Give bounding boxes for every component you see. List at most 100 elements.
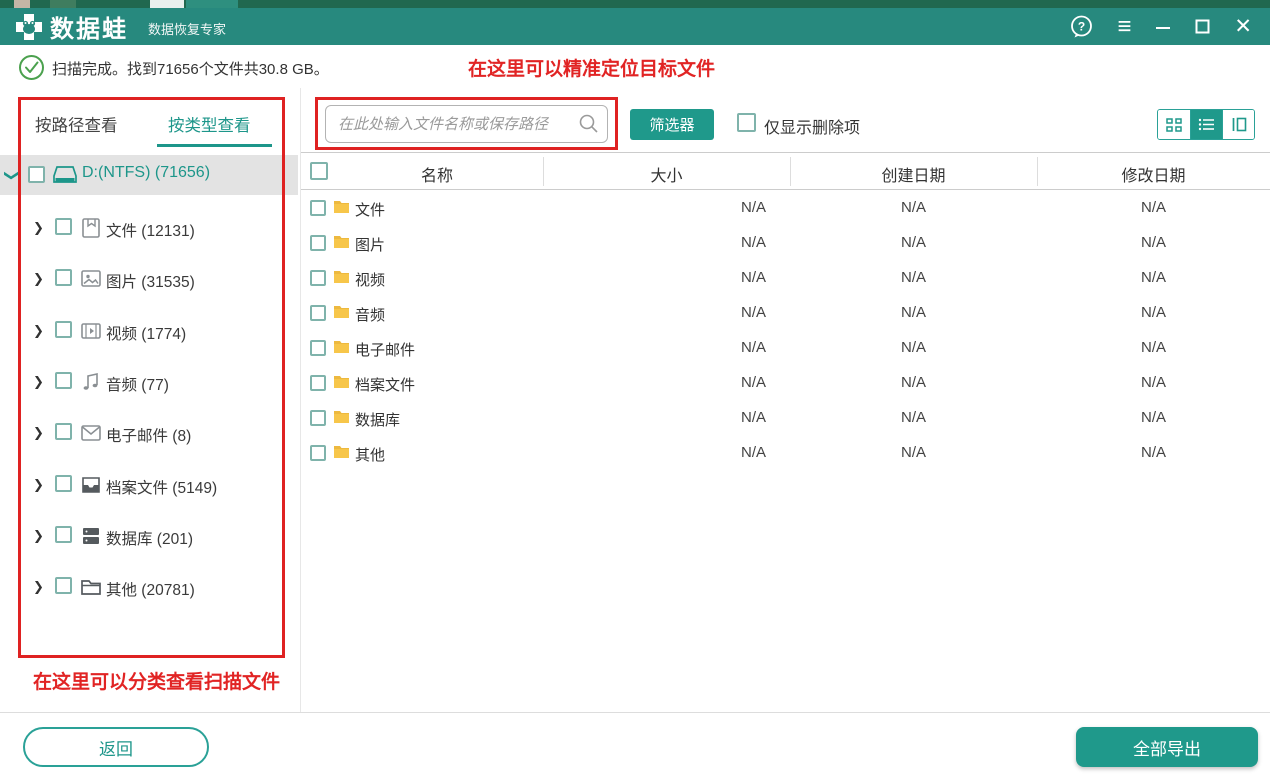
- tree-item-checkbox[interactable]: [55, 577, 72, 594]
- filter-button[interactable]: 筛选器: [630, 109, 714, 140]
- search-icon[interactable]: [578, 113, 599, 134]
- chevron-right-icon[interactable]: ❯: [33, 477, 44, 493]
- column-header-modified[interactable]: 修改日期: [1037, 162, 1270, 186]
- export-all-button[interactable]: 全部导出: [1076, 727, 1258, 767]
- list-view-button[interactable]: [1190, 110, 1222, 139]
- cell-created: N/A: [790, 304, 1037, 321]
- column-separator: [1037, 157, 1038, 186]
- table-row[interactable]: 档案文件N/AN/AN/A: [301, 366, 1270, 401]
- svg-text:?: ?: [1078, 20, 1085, 34]
- grid-view-button[interactable]: [1158, 110, 1190, 139]
- tree-item-checkbox[interactable]: [55, 218, 72, 235]
- tree-item-label: 档案文件 (5149): [106, 476, 217, 498]
- column-header-name[interactable]: 名称: [331, 162, 543, 186]
- folder-icon: [333, 409, 350, 424]
- cell-size: N/A: [543, 304, 766, 321]
- maximize-icon[interactable]: [1195, 19, 1210, 34]
- menu-icon[interactable]: ≡: [1117, 15, 1131, 39]
- select-all-checkbox[interactable]: [310, 162, 328, 180]
- chevron-right-icon[interactable]: ❯: [33, 374, 44, 390]
- tree-root-drive-row[interactable]: ❯ D:(NTFS) (71656): [0, 155, 298, 195]
- table-row[interactable]: 音频N/AN/AN/A: [301, 296, 1270, 331]
- annotation-sidebar-hint: 在这里可以分类查看扫描文件: [33, 667, 280, 694]
- app-window: 数据蛙 数据恢复专家 ? ≡ ✕ 扫描完成。找到71656个文件共30.8 GB…: [0, 0, 1270, 783]
- audio-icon: [80, 371, 102, 393]
- chevron-right-icon[interactable]: ❯: [33, 220, 44, 236]
- status-bar: 扫描完成。找到71656个文件共30.8 GB。 在这里可以精准定位目标文件: [0, 45, 1270, 88]
- show-deleted-only-checkbox[interactable]: [737, 113, 756, 132]
- sidebar-tree-item[interactable]: ❯ 数据库 (201): [0, 521, 298, 551]
- table-row[interactable]: 数据库N/AN/AN/A: [301, 401, 1270, 436]
- archive-icon: [80, 474, 102, 496]
- tree-item-checkbox[interactable]: [55, 475, 72, 492]
- folder-icon: [333, 304, 350, 319]
- back-button[interactable]: 返回: [23, 727, 209, 767]
- annotation-search-hint: 在这里可以精准定位目标文件: [468, 54, 715, 81]
- folder-icon: [333, 269, 350, 284]
- tab-view-by-type[interactable]: 按类型查看: [168, 112, 251, 136]
- artifact: [150, 0, 184, 8]
- tree-item-checkbox[interactable]: [55, 321, 72, 338]
- folder-icon: [333, 199, 350, 214]
- table-row[interactable]: 视频N/AN/AN/A: [301, 261, 1270, 296]
- close-icon[interactable]: ✕: [1234, 16, 1252, 37]
- search-input[interactable]: [325, 105, 608, 143]
- column-header-created[interactable]: 创建日期: [790, 162, 1037, 186]
- chevron-down-icon[interactable]: ❯: [3, 170, 20, 182]
- drive-checkbox[interactable]: [28, 166, 45, 183]
- column-header-size[interactable]: 大小: [543, 162, 790, 186]
- table-row[interactable]: 图片N/AN/AN/A: [301, 226, 1270, 261]
- column-view-button[interactable]: [1222, 110, 1254, 139]
- cell-size: N/A: [543, 374, 766, 391]
- table-row[interactable]: 其他N/AN/AN/A: [301, 436, 1270, 471]
- cell-created: N/A: [790, 374, 1037, 391]
- cell-size: N/A: [543, 444, 766, 461]
- cell-modified: N/A: [1037, 444, 1270, 461]
- chevron-right-icon[interactable]: ❯: [33, 579, 44, 595]
- tree-item-checkbox[interactable]: [55, 526, 72, 543]
- chevron-right-icon[interactable]: ❯: [33, 323, 44, 339]
- sidebar-tree-item[interactable]: ❯电子邮件 (8): [0, 418, 298, 448]
- row-checkbox[interactable]: [310, 445, 326, 461]
- cell-created: N/A: [790, 234, 1037, 251]
- sidebar-tree-item[interactable]: ❯文件 (12131): [0, 213, 298, 243]
- sidebar-tree-item[interactable]: ❯其他 (20781): [0, 572, 298, 602]
- app-subtitle: 数据恢复专家: [148, 19, 226, 38]
- sidebar-tree-item[interactable]: ❯视频 (1774): [0, 316, 298, 346]
- tree-item-label: 图片 (31535): [106, 270, 195, 292]
- row-checkbox[interactable]: [310, 340, 326, 356]
- cell-created: N/A: [790, 269, 1037, 286]
- cell-modified: N/A: [1037, 199, 1270, 216]
- app-name: 数据蛙: [50, 9, 128, 44]
- tree-item-checkbox[interactable]: [55, 423, 72, 440]
- tree-item-checkbox[interactable]: [55, 269, 72, 286]
- row-checkbox[interactable]: [310, 270, 326, 286]
- sidebar-tree-item[interactable]: ❯音频 (77): [0, 367, 298, 397]
- folder-icon: [333, 339, 350, 354]
- view-toggle-group: [1157, 109, 1255, 140]
- chevron-right-icon[interactable]: ❯: [33, 425, 44, 441]
- tree-item-label: 数据库 (201): [106, 527, 193, 549]
- row-checkbox[interactable]: [310, 235, 326, 251]
- footer-bar: 返回 全部导出: [0, 712, 1270, 783]
- cell-name: 档案文件: [355, 374, 415, 395]
- tree-item-checkbox[interactable]: [55, 372, 72, 389]
- row-checkbox[interactable]: [310, 305, 326, 321]
- row-checkbox[interactable]: [310, 375, 326, 391]
- minimize-icon[interactable]: [1155, 19, 1171, 35]
- frog-cross-logo-icon: [14, 12, 44, 42]
- chevron-right-icon[interactable]: ❯: [33, 271, 44, 287]
- row-checkbox[interactable]: [310, 200, 326, 216]
- sidebar-tree-item[interactable]: ❯ 图片 (31535): [0, 264, 298, 294]
- table-row[interactable]: 文件N/AN/AN/A: [301, 191, 1270, 226]
- tab-view-by-path[interactable]: 按路径查看: [35, 112, 118, 136]
- row-checkbox[interactable]: [310, 410, 326, 426]
- folder-icon: [333, 234, 350, 249]
- chevron-right-icon[interactable]: ❯: [33, 528, 44, 544]
- help-icon[interactable]: ?: [1070, 15, 1093, 38]
- cell-size: N/A: [543, 269, 766, 286]
- sidebar-tree-item[interactable]: ❯ 档案文件 (5149): [0, 470, 298, 500]
- cell-modified: N/A: [1037, 339, 1270, 356]
- table-row[interactable]: 电子邮件N/AN/AN/A: [301, 331, 1270, 366]
- artifact: [186, 0, 238, 8]
